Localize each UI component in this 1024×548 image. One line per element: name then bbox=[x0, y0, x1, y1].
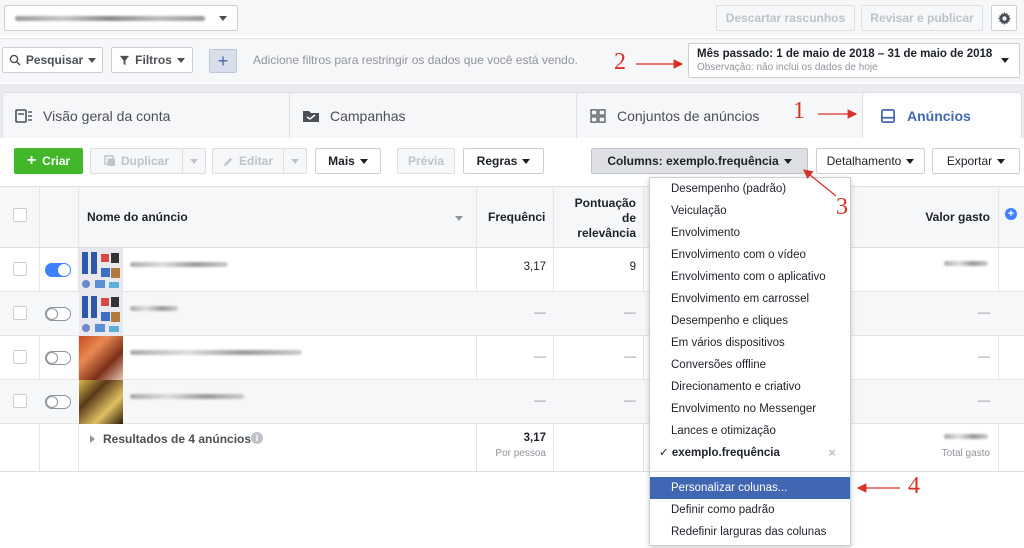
annotation-1: 1 bbox=[793, 98, 805, 124]
annotation-arrows bbox=[636, 59, 900, 493]
annotation-2: 2 bbox=[614, 49, 626, 75]
annotation-arrow-3 bbox=[803, 169, 837, 197]
annotation-4: 4 bbox=[908, 473, 920, 499]
annotation-3: 3 bbox=[836, 194, 848, 220]
